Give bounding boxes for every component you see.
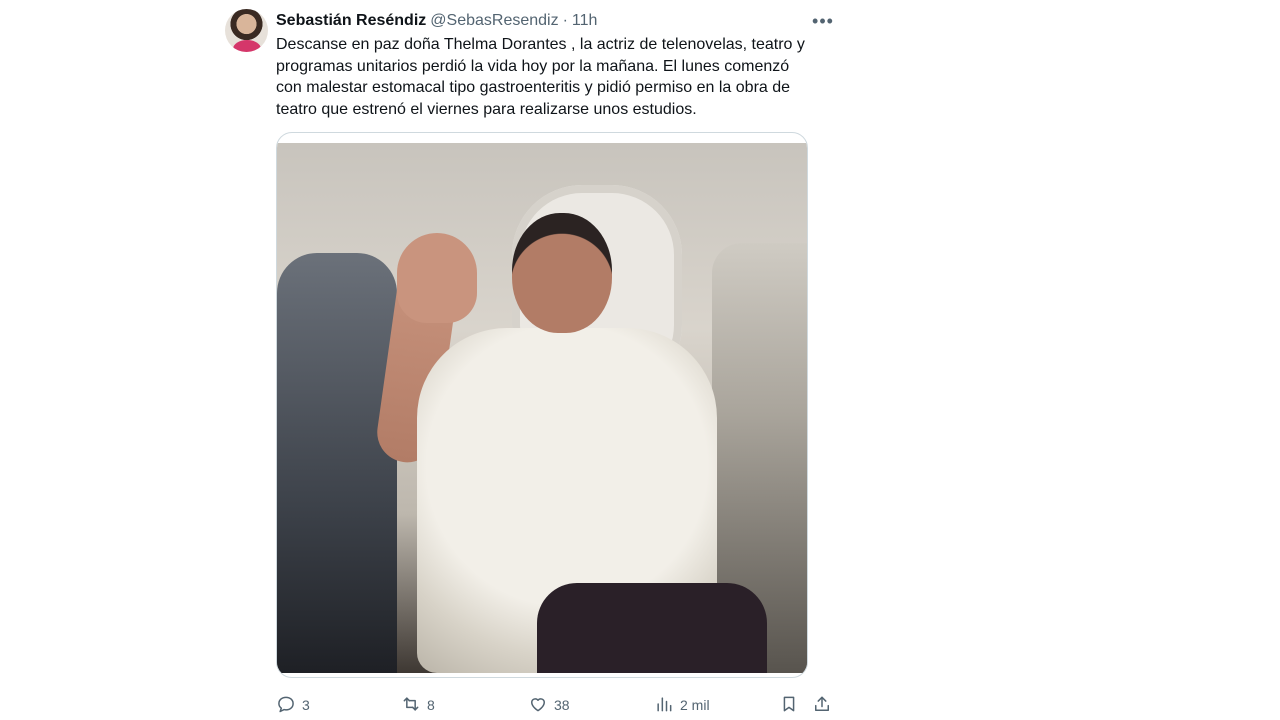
retweet-count: 8 — [427, 697, 435, 713]
tweet-header: Sebastián Reséndiz @SebasResendiz · 11h — [276, 10, 597, 32]
like-count: 38 — [554, 697, 570, 713]
views-button[interactable]: 2 mil — [654, 690, 710, 720]
more-horizontal-icon: ••• — [812, 10, 834, 31]
heart-icon — [528, 694, 548, 717]
more-options-button[interactable]: ••• — [808, 10, 838, 32]
like-button[interactable]: 38 — [528, 690, 570, 720]
tweet-timestamp[interactable]: 11h — [572, 12, 598, 30]
retweet-icon — [401, 694, 421, 717]
tweet-text: Descanse en paz doña Thelma Dorantes , l… — [276, 36, 805, 118]
reply-count: 3 — [302, 697, 310, 713]
tweet[interactable]: Sebastián Reséndiz @SebasResendiz · 11h … — [216, 0, 848, 720]
person-lap — [537, 583, 767, 673]
header-separator: · — [562, 12, 568, 29]
waving-hand — [397, 233, 477, 323]
author-display-name[interactable]: Sebastián Reséndiz — [276, 12, 426, 30]
author-avatar[interactable] — [225, 9, 268, 52]
author-handle[interactable]: @SebasResendiz — [430, 12, 558, 30]
bookmark-icon — [779, 694, 799, 717]
person-head — [512, 213, 612, 333]
airplane-seat-left — [277, 253, 397, 673]
share-button[interactable] — [812, 690, 832, 720]
retweet-button[interactable]: 8 — [401, 690, 435, 720]
bookmark-button[interactable] — [779, 690, 799, 720]
tweet-actions-bar: 3 8 38 2 mil — [276, 690, 836, 720]
reply-icon — [276, 694, 296, 717]
analytics-icon — [654, 694, 674, 717]
reply-button[interactable]: 3 — [276, 690, 310, 720]
share-icon — [812, 694, 832, 717]
tweet-media-card[interactable] — [276, 132, 808, 678]
tweet-photo[interactable] — [277, 143, 807, 673]
views-count: 2 mil — [680, 697, 710, 713]
